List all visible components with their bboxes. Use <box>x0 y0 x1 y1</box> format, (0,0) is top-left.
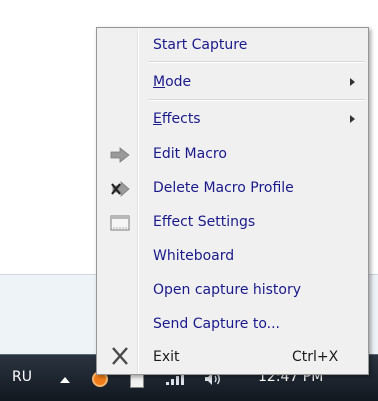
menu-separator <box>149 99 365 101</box>
language-indicator[interactable]: RU <box>12 369 32 385</box>
menu-item-mode[interactable]: Mode <box>99 70 367 96</box>
menu-item-whiteboard[interactable]: Whiteboard <box>99 244 367 270</box>
submenu-arrow-icon <box>350 78 355 86</box>
menu-item-label: Send Capture to... <box>153 316 280 332</box>
menu-item-label: Edit Macro <box>153 146 227 162</box>
menu-item-label: Delete Macro Profile <box>153 180 294 196</box>
menu-item-label: Whiteboard <box>153 248 235 264</box>
submenu-arrow-icon <box>350 115 355 123</box>
tray-context-menu: Start Capture Mode Effects Edit Macro De… <box>96 27 369 375</box>
menu-item-shortcut: Ctrl+X <box>292 349 339 365</box>
menu-separator <box>149 61 365 63</box>
window-settings-icon <box>110 215 130 231</box>
menu-item-label: Open capture history <box>153 282 302 298</box>
menu-item-label: Exit <box>153 349 180 365</box>
close-x-icon <box>112 347 128 365</box>
menu-item-delete-macro-profile[interactable]: Delete Macro Profile <box>99 176 367 202</box>
menu-item-start-capture[interactable]: Start Capture <box>99 33 367 59</box>
menu-item-exit[interactable]: Exit Ctrl+X <box>99 345 367 371</box>
menu-item-label: Start Capture <box>153 37 248 53</box>
menu-item-label: Effects <box>153 111 201 127</box>
menu-item-label: Mode <box>153 74 192 90</box>
show-hidden-icons-arrow-icon[interactable] <box>60 377 70 383</box>
menu-item-effect-settings[interactable]: Effect Settings <box>99 210 367 236</box>
menu-item-edit-macro[interactable]: Edit Macro <box>99 142 367 168</box>
menu-item-label: Effect Settings <box>153 214 256 230</box>
menu-item-open-capture-history[interactable]: Open capture history <box>99 278 367 304</box>
menu-item-effects[interactable]: Effects <box>99 107 367 133</box>
delete-macro-icon <box>111 181 130 197</box>
arrow-right-icon <box>110 147 130 163</box>
menu-item-send-capture-to[interactable]: Send Capture to... <box>99 312 367 338</box>
